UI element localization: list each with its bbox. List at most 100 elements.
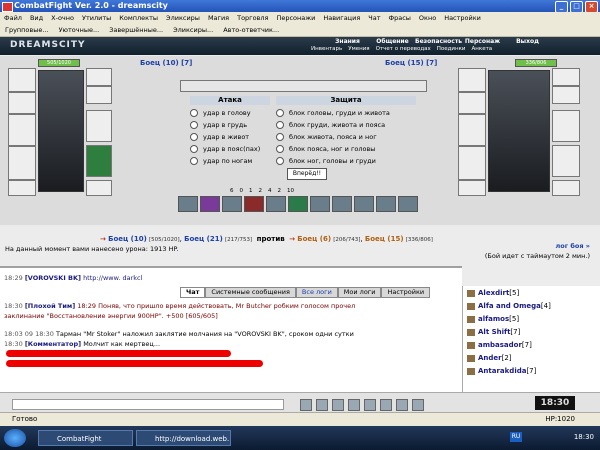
right-belt-slot[interactable] [458, 180, 486, 196]
right-fighter-name[interactable]: Боец (15) [7] [385, 59, 437, 67]
attack-option-belly[interactable]: удар в живот [190, 133, 249, 141]
tab-chat[interactable]: Чат [180, 287, 206, 298]
link-security[interactable]: Безопасность [415, 38, 462, 45]
send-icon[interactable] [300, 399, 312, 411]
menu-magic[interactable]: Магия [204, 14, 233, 22]
user-name[interactable]: alfamos [478, 315, 509, 323]
left-fighter-name[interactable]: Боец (10) [7] [140, 59, 192, 67]
attack-option-head[interactable]: удар в голову [190, 109, 251, 117]
start-button[interactable] [4, 429, 26, 447]
toolbar-elixirs[interactable]: Эликсиры... [168, 26, 218, 34]
right-boots-slot[interactable] [552, 180, 580, 196]
radio-icon[interactable] [190, 121, 198, 129]
task-combatfight[interactable]: CombatFight [38, 430, 133, 446]
smiles-icon[interactable] [332, 399, 344, 411]
user-item[interactable]: Alfa and Omega [4] [467, 302, 551, 310]
chat-nick[interactable]: [Плохой Тим] [25, 302, 75, 310]
radio-icon[interactable] [276, 145, 284, 153]
link-skills[interactable]: Умения [345, 46, 372, 52]
user-item[interactable]: alfamos [5] [467, 315, 519, 323]
radio-icon[interactable] [190, 133, 198, 141]
link-fights[interactable]: Поединки [434, 46, 469, 52]
skill-icon[interactable] [354, 196, 374, 212]
menu-elixirs[interactable]: Эликсиры [162, 14, 204, 22]
radio-icon[interactable] [276, 157, 284, 165]
sound-icon[interactable] [380, 399, 392, 411]
right-armor-slot[interactable] [458, 146, 486, 180]
user-item[interactable]: ambasador [7] [467, 341, 532, 349]
tab-my-logs[interactable]: Мои логи [337, 287, 382, 298]
radio-icon[interactable] [276, 121, 284, 129]
user-name[interactable]: Alt Shift [478, 328, 510, 336]
menu-chars[interactable]: Персонажи [272, 14, 319, 22]
left-shield-slot[interactable] [86, 145, 112, 177]
defense-option-5[interactable]: блок ног, головы и груди [276, 157, 376, 165]
menu-nav[interactable]: Навигация [319, 14, 364, 22]
skill-icon[interactable] [222, 196, 242, 212]
tab-system[interactable]: Системные сообщения [205, 287, 296, 298]
skill-icon[interactable] [178, 196, 198, 212]
radio-icon[interactable] [190, 109, 198, 117]
link-chat[interactable]: Общение [370, 38, 415, 45]
link-profile[interactable]: Анкета [469, 46, 496, 52]
defense-option-4[interactable]: блок пояса, ног и головы [276, 145, 375, 153]
translit-icon[interactable] [348, 399, 360, 411]
user-item[interactable]: Alexdirt [5] [467, 289, 519, 297]
user-name[interactable]: ambasador [478, 341, 522, 349]
defense-option-2[interactable]: блок груди, живота и пояса [276, 121, 385, 129]
right-amulet-slot[interactable] [552, 86, 580, 104]
menu-chat[interactable]: Чат [364, 14, 384, 22]
user-name[interactable]: Antarakdida [478, 367, 526, 375]
right-gloves-slot[interactable] [552, 110, 580, 142]
chat-nick[interactable]: [Комментатор] [25, 340, 81, 348]
team-b-fighter-2[interactable]: Боец (15) [365, 235, 404, 243]
attack-option-groin[interactable]: удар в пояс(пах) [190, 145, 260, 153]
toolbar-cozy[interactable]: Уюточные... [54, 26, 105, 34]
link-knowledge[interactable]: Знания [325, 38, 370, 45]
menu-window[interactable]: Окно [415, 14, 440, 22]
skill-icon[interactable] [332, 196, 352, 212]
user-name[interactable]: Alexdirt [478, 289, 509, 297]
left-weapon-slot[interactable] [8, 114, 36, 146]
defense-option-1[interactable]: блок головы, груди и живота [276, 109, 390, 117]
toolbar-finished[interactable]: Завершённые... [104, 26, 168, 34]
task-browser[interactable]: http://download.web... [136, 430, 231, 446]
refresh-icon[interactable] [396, 399, 408, 411]
radio-icon[interactable] [276, 133, 284, 141]
chat-text[interactable]: http://www. darkcl [83, 274, 142, 282]
right-bracers-slot[interactable] [458, 92, 486, 114]
skill-icon[interactable] [244, 196, 264, 212]
filter-icon[interactable] [364, 399, 376, 411]
right-weapon-slot[interactable] [458, 114, 486, 146]
go-button[interactable]: Вперёд!! [287, 168, 327, 180]
defense-option-3[interactable]: блок живота, пояса и ног [276, 133, 377, 141]
menu-x[interactable]: Х-очно [47, 14, 78, 22]
menu-view[interactable]: Вид [26, 14, 47, 22]
skill-icon[interactable] [376, 196, 396, 212]
radio-icon[interactable] [190, 145, 198, 153]
link-inventory[interactable]: Инвентарь [308, 46, 345, 52]
left-belt-slot[interactable] [8, 180, 36, 196]
link-character[interactable]: Персонаж [460, 38, 505, 45]
toolbar-autoreply[interactable]: Авто-ответчик... [218, 26, 284, 34]
left-ring-slot[interactable] [86, 68, 112, 86]
menu-utils[interactable]: Утилиты [78, 14, 115, 22]
radio-icon[interactable] [190, 157, 198, 165]
menu-settings[interactable]: Настройки [440, 14, 485, 22]
left-fighter-nick[interactable]: Боец [140, 59, 160, 67]
skill-icon[interactable] [288, 196, 308, 212]
chat-nick[interactable]: [VOROVSKI BK] [25, 274, 81, 282]
user-item[interactable]: Ander [2] [467, 354, 512, 362]
clear-icon[interactable] [316, 399, 328, 411]
menu-sets[interactable]: Комплекты [115, 14, 162, 22]
chat-input[interactable] [12, 399, 284, 410]
radio-icon[interactable] [276, 109, 284, 117]
team-a-fighter-2[interactable]: Боец (21) [184, 235, 223, 243]
menu-file[interactable]: Файл [0, 14, 26, 22]
team-a-fighter-1[interactable]: Боец (10) [108, 235, 147, 243]
skill-icon[interactable] [200, 196, 220, 212]
attack-option-chest[interactable]: удар в грудь [190, 121, 247, 129]
language-indicator[interactable]: RU [510, 432, 522, 442]
left-armor-slot[interactable] [8, 146, 36, 180]
user-name[interactable]: Ander [478, 354, 502, 362]
